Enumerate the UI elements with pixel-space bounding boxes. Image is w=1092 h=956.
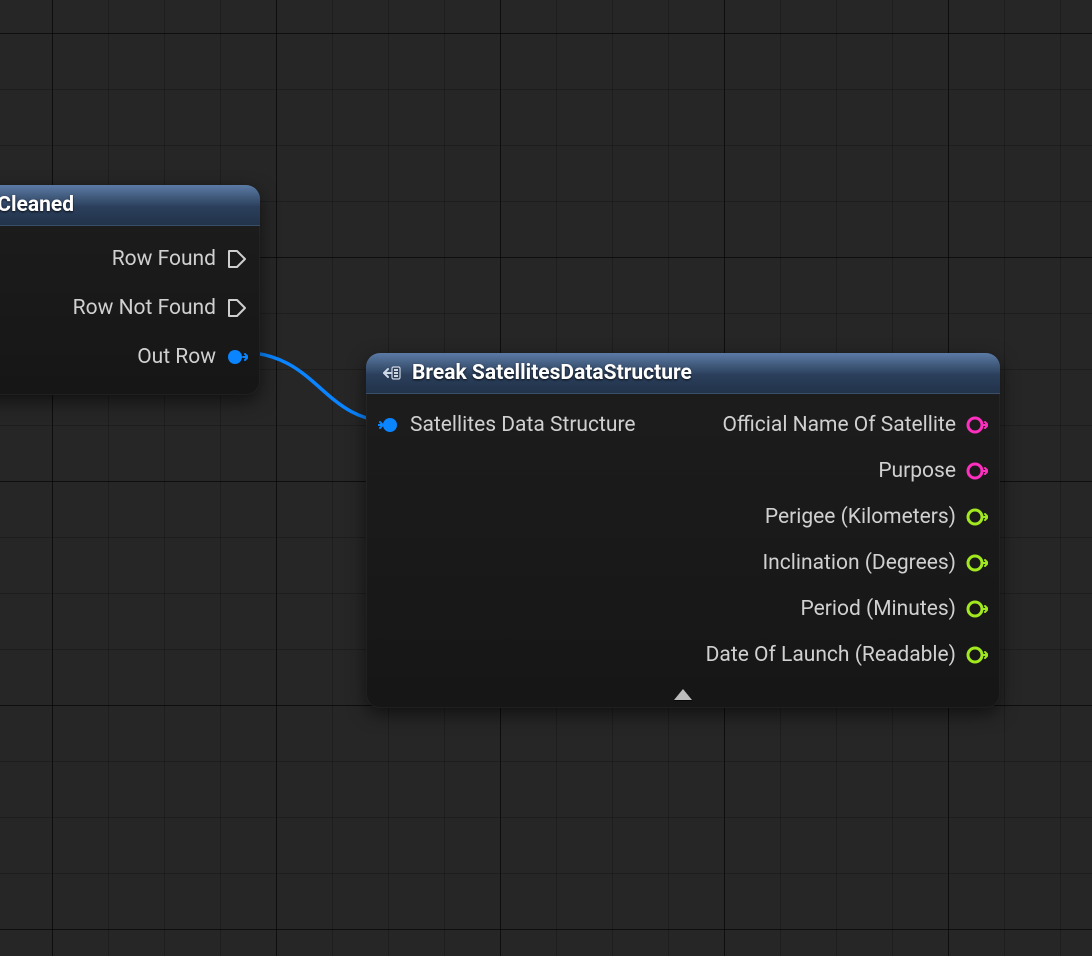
node-header[interactable]: eSatellites_Cleaned xyxy=(0,185,260,226)
pin-label: Period (Minutes) xyxy=(801,597,956,621)
float-pin-icon[interactable] xyxy=(966,506,988,528)
output-pin[interactable]: Perigee (Kilometers) xyxy=(765,494,988,540)
pin-label: Perigee (Kilometers) xyxy=(765,505,956,529)
pin-label: Official Name Of Satellite xyxy=(722,413,956,437)
break-struct-node[interactable]: Break SatellitesDataStructure Satellites… xyxy=(366,353,1000,708)
float-pin-icon[interactable] xyxy=(966,644,988,666)
exec-pin-row-not-found[interactable]: Row Not Found xyxy=(73,283,248,332)
node-header[interactable]: Break SatellitesDataStructure xyxy=(366,353,1000,394)
string-pin-icon[interactable] xyxy=(966,414,988,436)
exec-pin-icon[interactable] xyxy=(226,248,248,270)
pin-label: Inclination (Degrees) xyxy=(762,551,956,575)
string-pin-icon[interactable] xyxy=(966,460,988,482)
pin-label: Date Of Launch (Readable) xyxy=(706,643,956,667)
exec-pin-row-found[interactable]: Row Found xyxy=(112,234,248,283)
collapse-toggle[interactable] xyxy=(366,680,1000,708)
float-pin-icon[interactable] xyxy=(966,552,988,574)
output-pin[interactable]: Date Of Launch (Readable) xyxy=(706,632,988,678)
output-pin[interactable]: Inclination (Degrees) xyxy=(762,540,988,586)
pin-label: Row Found xyxy=(112,247,216,271)
get-datatable-row-node[interactable]: eSatellites_Cleaned Row Found Row Not Fo… xyxy=(0,185,260,395)
exec-pin-icon[interactable] xyxy=(226,297,248,319)
output-pin-out-row[interactable]: Out Row xyxy=(137,332,248,381)
struct-pin-icon[interactable] xyxy=(378,414,400,436)
pin-label: Row Not Found xyxy=(73,296,216,320)
pin-label: Satellites Data Structure xyxy=(410,413,636,437)
pin-label: Out Row xyxy=(137,345,216,369)
output-pin[interactable]: Period (Minutes) xyxy=(801,586,988,632)
output-pin[interactable]: Purpose xyxy=(878,448,988,494)
input-pin-struct[interactable]: Satellites Data Structure xyxy=(378,402,636,448)
break-struct-icon xyxy=(382,363,402,383)
node-title: eSatellites_Cleaned xyxy=(0,193,74,217)
pin-label: Purpose xyxy=(878,459,956,483)
struct-pin-icon[interactable] xyxy=(226,346,248,368)
node-title: Break SatellitesDataStructure xyxy=(412,361,692,385)
float-pin-icon[interactable] xyxy=(966,598,988,620)
output-pin[interactable]: Official Name Of Satellite xyxy=(722,402,988,448)
chevron-up-icon xyxy=(674,689,692,700)
